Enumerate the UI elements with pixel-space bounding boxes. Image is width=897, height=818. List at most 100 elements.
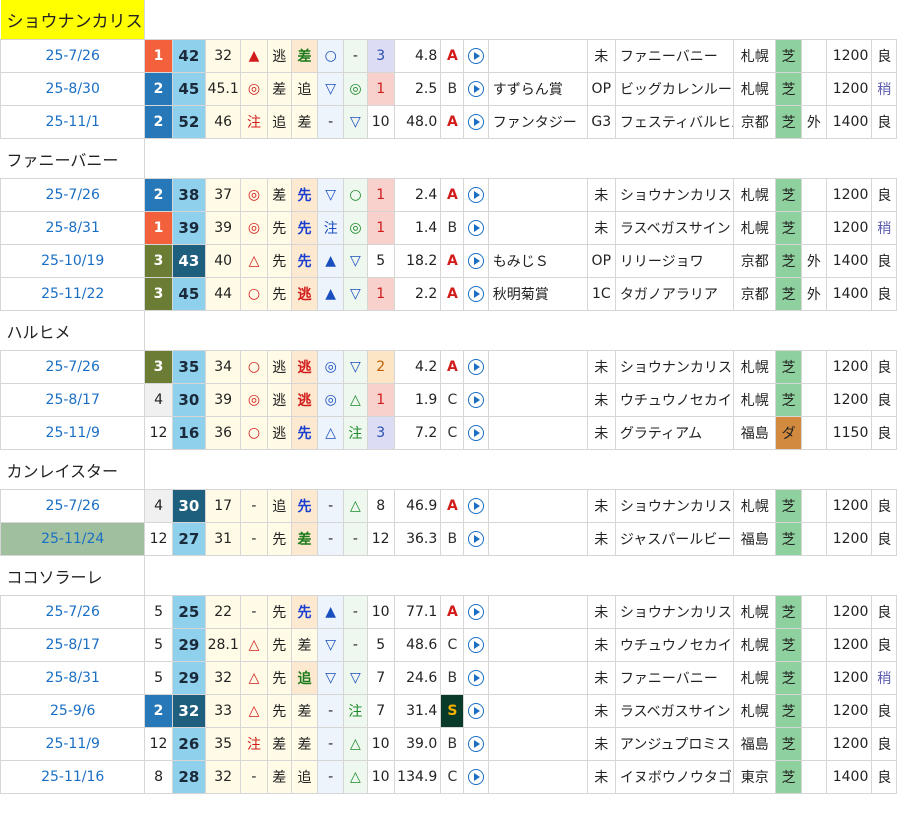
- surface: 芝: [775, 760, 802, 794]
- play-circle-icon[interactable]: [468, 604, 485, 620]
- mark-3: -: [343, 522, 368, 556]
- race-name: すずらん賞: [487, 72, 588, 106]
- play-button[interactable]: [463, 277, 489, 311]
- play-circle-icon[interactable]: [468, 670, 485, 686]
- race-date-link[interactable]: 25-7/26: [0, 595, 146, 629]
- play-button[interactable]: [463, 727, 489, 761]
- odds: 4.8: [393, 39, 442, 73]
- play-button[interactable]: [463, 211, 489, 245]
- course-side: [800, 39, 827, 73]
- table-body: ショウナンカリス 25-7/26 1 42 32 ▲ 逃差 ○ -3 4.8 A 未ファニーバニー 札幌…: [0, 0, 897, 794]
- track-condition: 良: [871, 416, 897, 450]
- play-circle-icon[interactable]: [468, 359, 485, 375]
- play-circle-icon[interactable]: [468, 531, 485, 547]
- distance: 1200: [825, 178, 873, 212]
- speed-index: 30: [171, 383, 206, 417]
- distance: 1200: [825, 522, 873, 556]
- race-date-link[interactable]: 25-8/17: [0, 383, 146, 417]
- play-circle-icon[interactable]: [468, 220, 485, 236]
- race-class: 1C: [586, 277, 616, 311]
- race-date-link[interactable]: 25-11/16: [0, 760, 146, 794]
- running-style: 先: [290, 595, 319, 629]
- play-circle-icon[interactable]: [468, 736, 485, 752]
- distance: 1200: [825, 727, 873, 761]
- play-circle-icon[interactable]: [468, 114, 485, 130]
- race-date-link[interactable]: 25-9/6: [0, 694, 146, 728]
- race-date-link[interactable]: 25-7/26: [0, 178, 146, 212]
- play-button[interactable]: [463, 489, 489, 523]
- race-date-link[interactable]: 25-7/26: [0, 39, 146, 73]
- play-button[interactable]: [463, 760, 489, 794]
- race-date-link[interactable]: 25-11/22: [0, 277, 146, 311]
- track-condition: 稍: [871, 211, 897, 245]
- play-circle-icon[interactable]: [468, 769, 485, 785]
- mark-1: ○: [240, 350, 268, 384]
- play-button[interactable]: [463, 244, 489, 278]
- play-circle-icon[interactable]: [468, 81, 485, 97]
- venue: 札幌: [733, 178, 777, 212]
- mark-2: ▽: [317, 628, 345, 662]
- play-button[interactable]: [463, 39, 489, 73]
- running-style: 逃: [290, 383, 319, 417]
- play-circle-icon[interactable]: [468, 48, 485, 64]
- odds: 77.1: [393, 595, 442, 629]
- winner-horse: ジャスパールビー: [614, 522, 735, 556]
- play-circle-icon[interactable]: [468, 425, 485, 441]
- play-button[interactable]: [463, 522, 489, 556]
- play-circle-icon[interactable]: [468, 286, 485, 302]
- race-class: 未: [586, 694, 616, 728]
- race-date-link[interactable]: 25-10/19: [0, 244, 146, 278]
- play-button[interactable]: [463, 661, 489, 695]
- track-condition: 良: [871, 760, 897, 794]
- mark-2: -: [317, 489, 345, 523]
- play-circle-icon[interactable]: [468, 498, 485, 514]
- race-date-link[interactable]: 25-7/26: [0, 489, 146, 523]
- popularity-rank: 4: [144, 383, 173, 417]
- popularity-rank: 1: [144, 211, 173, 245]
- index-value: 32: [204, 760, 242, 794]
- race-date-link[interactable]: 25-8/31: [0, 211, 146, 245]
- speed-index: 27: [171, 522, 206, 556]
- play-circle-icon[interactable]: [468, 253, 485, 269]
- race-date-link[interactable]: 25-7/26: [0, 350, 146, 384]
- finish-position: 3: [366, 416, 395, 450]
- race-date-link[interactable]: 25-8/30: [0, 72, 146, 106]
- play-button[interactable]: [463, 178, 489, 212]
- play-button[interactable]: [463, 628, 489, 662]
- mark-1: -: [240, 489, 268, 523]
- play-button[interactable]: [463, 694, 489, 728]
- play-button[interactable]: [463, 383, 489, 417]
- race-date-link[interactable]: 25-11/1: [0, 105, 146, 139]
- play-circle-icon[interactable]: [468, 703, 485, 719]
- running-position: 先: [266, 211, 292, 245]
- speed-index: 26: [171, 727, 206, 761]
- odds: 1.9: [393, 383, 442, 417]
- race-date-link[interactable]: 25-11/9: [0, 416, 146, 450]
- play-button[interactable]: [463, 595, 489, 629]
- surface: 芝: [775, 694, 802, 728]
- play-button[interactable]: [463, 72, 489, 106]
- surface: 芝: [775, 350, 802, 384]
- race-class: 未: [586, 383, 616, 417]
- distance: 1400: [825, 760, 873, 794]
- course-side: [800, 350, 827, 384]
- horse-name: ショウナンカリス: [0, 0, 146, 40]
- race-date-link[interactable]: 25-11/9: [0, 727, 146, 761]
- race-date-link[interactable]: 25-11/24: [0, 522, 146, 556]
- horse-header-fill: [144, 0, 897, 40]
- race-date-link[interactable]: 25-8/31: [0, 661, 146, 695]
- venue: 京都: [733, 105, 777, 139]
- race-class: OP: [586, 244, 616, 278]
- play-circle-icon[interactable]: [468, 187, 485, 203]
- mark-2: -: [317, 694, 345, 728]
- running-position: 先: [266, 244, 292, 278]
- play-circle-icon[interactable]: [468, 637, 485, 653]
- popularity-rank: 2: [144, 694, 173, 728]
- play-button[interactable]: [463, 105, 489, 139]
- finish-position: 1: [366, 277, 395, 311]
- play-circle-icon[interactable]: [468, 392, 485, 408]
- race-date-link[interactable]: 25-8/17: [0, 628, 146, 662]
- play-button[interactable]: [463, 416, 489, 450]
- mark-3: -: [343, 628, 368, 662]
- play-button[interactable]: [463, 350, 489, 384]
